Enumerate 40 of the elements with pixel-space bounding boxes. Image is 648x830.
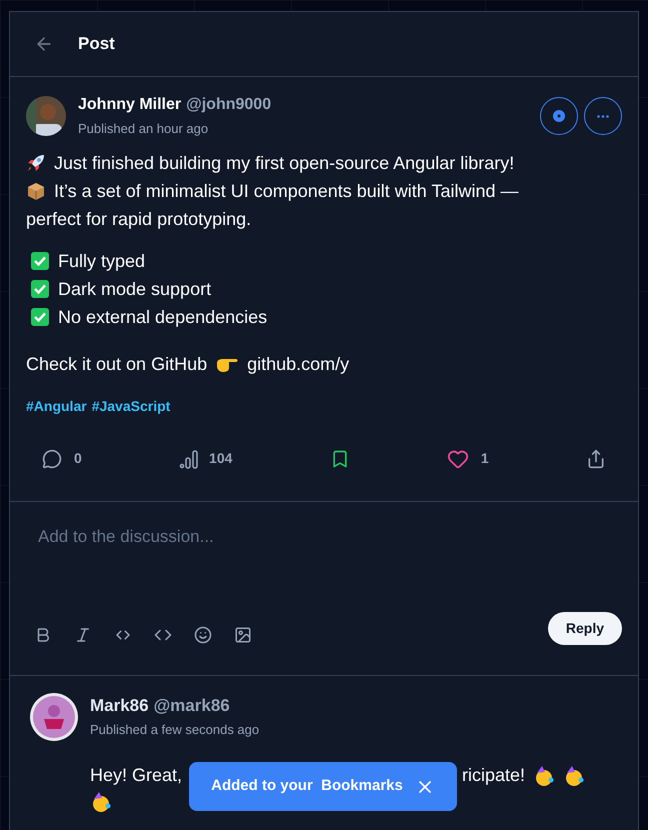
hashtag-link[interactable]: #Angular — [26, 396, 87, 416]
checklist-item: Fully typed — [58, 250, 146, 273]
comment-field[interactable]: Add to the discussion... — [26, 524, 622, 604]
author-handle[interactable]: @mark86 — [154, 692, 230, 718]
publish-time: Published an hour ago — [78, 120, 210, 138]
comments-button[interactable]: 0 — [42, 448, 82, 469]
page-title: Post — [78, 33, 115, 56]
check-icon — [30, 250, 50, 270]
like-button[interactable]: 1 — [446, 448, 489, 470]
italic-button[interactable] — [74, 626, 92, 644]
check-icon — [30, 306, 50, 326]
author-name[interactable]: Johnny Miller — [78, 93, 182, 117]
avatar — [26, 96, 66, 136]
views-button[interactable]: 104 — [179, 448, 232, 469]
post-text: Just finished building my first open-source Angular library! — [54, 152, 514, 175]
hashtag-link[interactable]: #JavaScript — [92, 396, 170, 416]
rocket-icon — [26, 152, 46, 172]
check-icon — [30, 278, 50, 298]
emoji-button[interactable] — [194, 626, 212, 644]
checklist-item: No external dependencies — [58, 306, 268, 329]
avatar — [30, 692, 78, 740]
comment-text: ricipate! — [462, 764, 526, 787]
author-handle[interactable]: @john9000 — [186, 93, 272, 117]
author-name[interactable]: Mark86 — [90, 692, 149, 718]
checklist-item: Dark mode support — [58, 278, 212, 301]
post-text: Check it out on GitHub — [26, 352, 208, 376]
package-icon — [26, 180, 46, 200]
post-text: It’s a set of minimalist UI components built with Tailwind — — [54, 180, 519, 203]
more-button[interactable] — [584, 97, 622, 135]
more-icon — [597, 114, 609, 118]
comment-text: Hey! Great, — [90, 764, 182, 787]
share-button[interactable] — [586, 448, 606, 468]
dot-button[interactable] — [540, 97, 578, 135]
github-link[interactable]: github.com/y — [247, 350, 350, 378]
image-button[interactable] — [234, 626, 252, 644]
reply-button[interactable]: Reply — [548, 612, 622, 644]
post-text: perfect for rapid prototyping. — [26, 208, 252, 231]
publish-time: Published a few seconds ago — [90, 722, 260, 737]
toast-message: Added to your Bookmarks — [211, 776, 403, 796]
dot-icon — [553, 110, 565, 122]
